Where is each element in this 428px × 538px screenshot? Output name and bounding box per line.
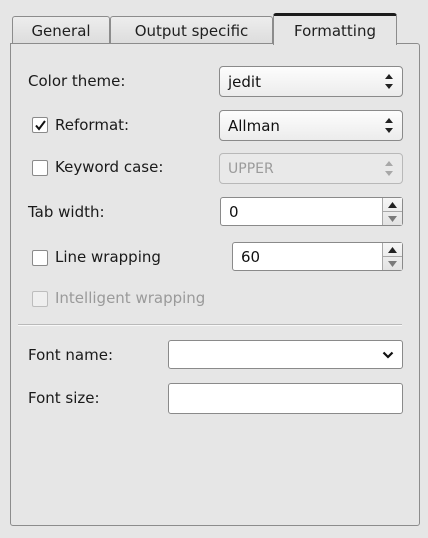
line-wrapping-spin-buttons: [382, 243, 402, 270]
tab-width-label: Tab width:: [28, 203, 105, 221]
keyword-case-select[interactable]: UPPER: [219, 153, 403, 184]
updown-arrows-icon: [385, 161, 393, 176]
line-wrapping-width-value: 60: [241, 248, 261, 266]
chevron-down-icon: [382, 351, 394, 359]
updown-arrows-icon: [385, 74, 393, 89]
tab-formatting-label: Formatting: [294, 21, 376, 40]
tab-width-spinbox[interactable]: 0: [220, 197, 403, 226]
font-size-label: Font size:: [28, 389, 100, 407]
arrow-up-icon: [388, 246, 397, 253]
line-wrapping-checkbox[interactable]: [32, 250, 48, 266]
reformat-label: Reformat:: [55, 116, 130, 134]
section-divider: [18, 324, 402, 326]
line-wrapping-width-spinbox[interactable]: 60: [232, 242, 403, 271]
reformat-style-select[interactable]: Allman: [219, 110, 403, 141]
intelligent-wrapping-checkbox[interactable]: [32, 291, 48, 307]
tab-formatting[interactable]: Formatting: [273, 13, 397, 45]
line-wrapping-increment-button[interactable]: [383, 243, 402, 257]
arrow-down-icon: [388, 260, 397, 267]
tab-general-label: General: [31, 21, 91, 40]
check-icon: [35, 120, 46, 131]
color-theme-value: jedit: [228, 73, 261, 91]
arrow-down-icon: [388, 215, 397, 222]
font-name-combo[interactable]: [168, 340, 403, 369]
reformat-checkbox[interactable]: [32, 117, 48, 133]
keyword-case-checkbox[interactable]: [32, 160, 48, 176]
keyword-case-label: Keyword case:: [55, 158, 164, 176]
tab-general[interactable]: General: [12, 16, 110, 44]
arrow-up-icon: [388, 201, 397, 208]
line-wrapping-label: Line wrapping: [55, 248, 161, 266]
font-name-label: Font name:: [28, 346, 114, 364]
tab-output-specific[interactable]: Output specific: [110, 16, 273, 44]
color-theme-label: Color theme:: [28, 72, 126, 90]
updown-arrows-icon: [385, 118, 393, 133]
intelligent-wrapping-label: Intelligent wrapping: [55, 289, 206, 307]
tab-width-decrement-button[interactable]: [383, 212, 402, 225]
keyword-case-value: UPPER: [228, 161, 274, 177]
font-size-field[interactable]: [168, 383, 403, 414]
font-name-dropdown-button[interactable]: [374, 341, 402, 368]
line-wrapping-decrement-button[interactable]: [383, 257, 402, 270]
tab-width-increment-button[interactable]: [383, 198, 402, 212]
tab-width-value: 0: [229, 203, 239, 221]
color-theme-select[interactable]: jedit: [219, 66, 403, 97]
tab-output-specific-label: Output specific: [134, 21, 249, 40]
tab-width-spin-buttons: [382, 198, 402, 225]
reformat-style-value: Allman: [228, 117, 280, 135]
